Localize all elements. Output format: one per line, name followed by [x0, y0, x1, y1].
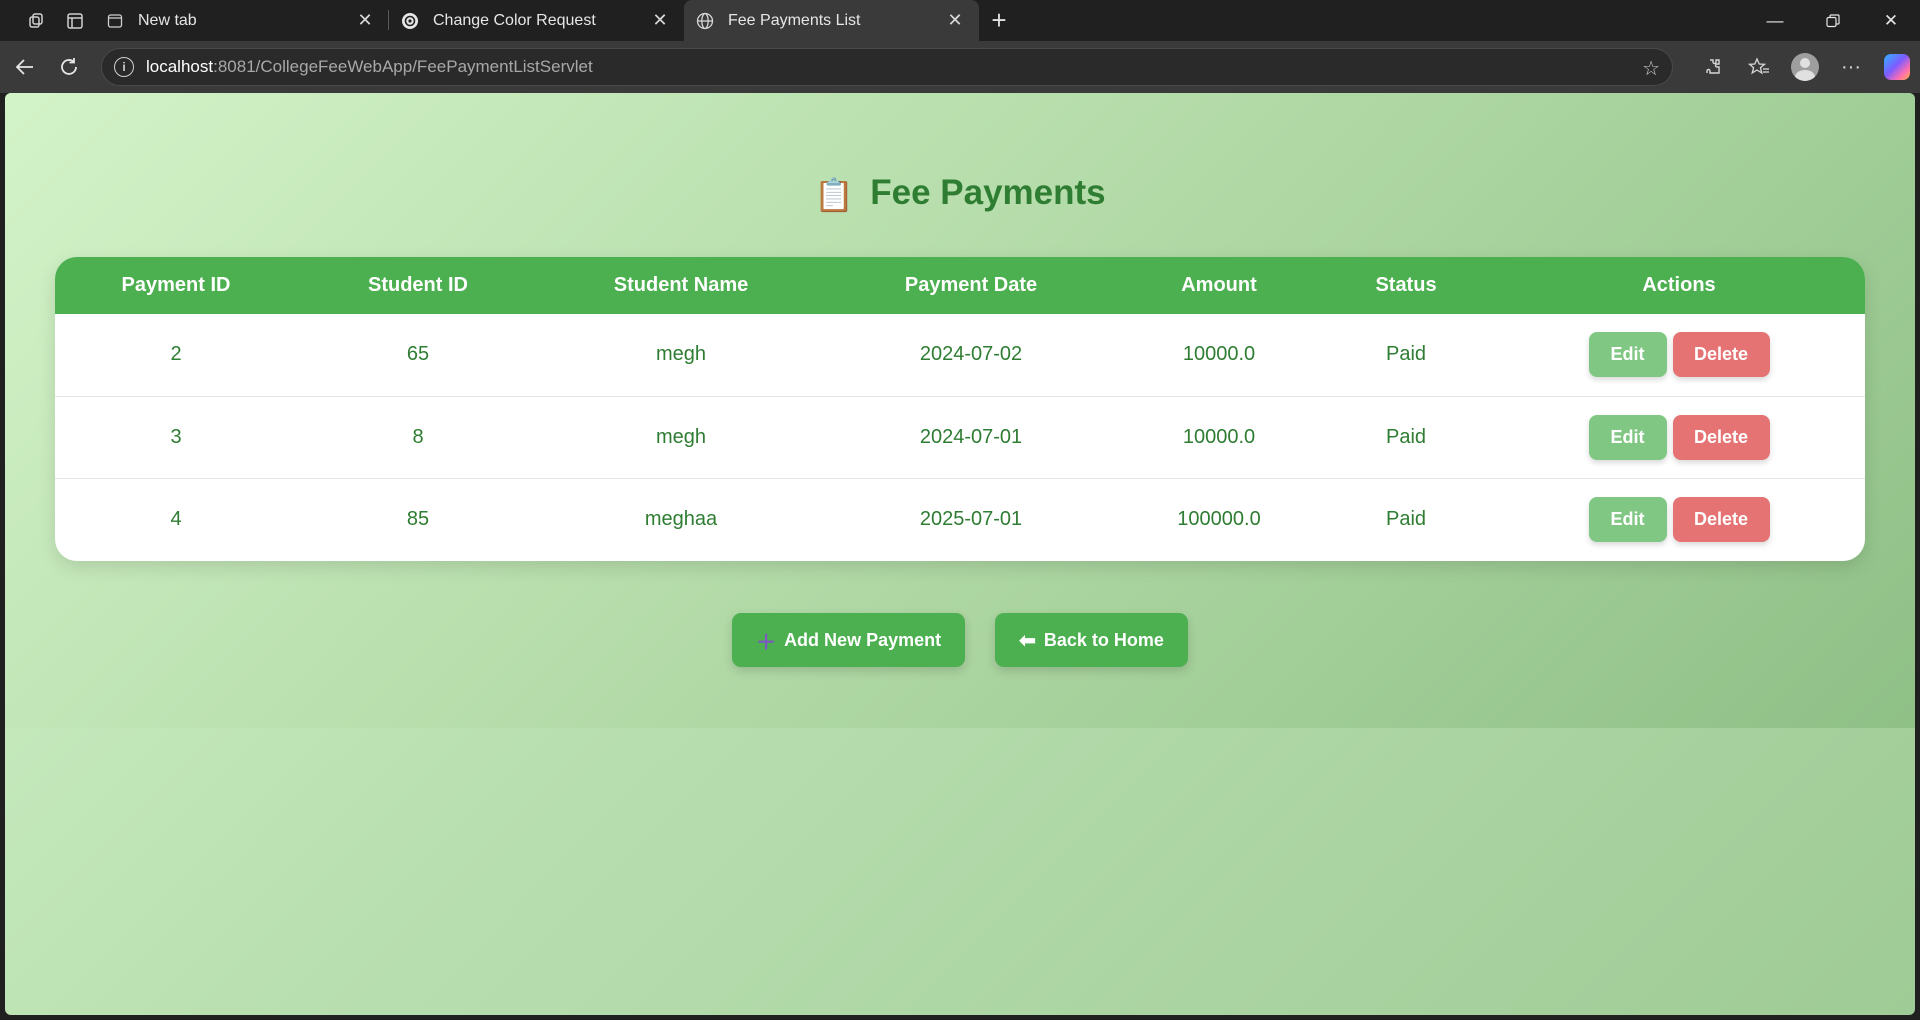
- amount-cell: 100000.0: [1177, 507, 1261, 530]
- browser-tab-fee-payments-list[interactable]: Fee Payments List ✕: [684, 0, 979, 41]
- page-title-text: Fee Payments: [870, 173, 1106, 212]
- student-id-cell: 8: [412, 425, 424, 448]
- student-id-cell: 85: [406, 507, 430, 530]
- edit-button[interactable]: Edit: [1588, 332, 1667, 378]
- left-arrow-icon: ⬅: [1019, 629, 1036, 652]
- tab-title: New tab: [138, 11, 197, 29]
- actions-cell: Edit Delete: [1493, 478, 1865, 560]
- close-tab-icon[interactable]: ✕: [355, 10, 375, 31]
- column-header: Amount: [1181, 274, 1257, 296]
- student-id-cell: 65: [406, 343, 430, 366]
- student-name-cell: megh: [655, 425, 707, 448]
- address-bar[interactable]: i localhost:8081/CollegeFeeWebApp/FeePay…: [101, 48, 1673, 86]
- favorite-star-icon[interactable]: ☆: [1642, 56, 1660, 81]
- tab-title: Fee Payments List: [728, 11, 861, 29]
- url-text: localhost:8081/CollegeFeeWebApp/FeePayme…: [146, 57, 593, 76]
- more-menu-icon[interactable]: ···: [1828, 47, 1874, 87]
- payment-date-cell: 2024-07-02: [919, 343, 1023, 366]
- browser-tab-new-tab[interactable]: New tab ✕: [94, 0, 389, 41]
- payment-date-cell: 2025-07-01: [919, 507, 1023, 530]
- column-header: Actions: [1642, 274, 1716, 296]
- amount-cell: 10000.0: [1182, 425, 1256, 448]
- amount-cell: 10000.0: [1182, 343, 1256, 366]
- plus-icon: ＋: [756, 631, 777, 654]
- restore-icon[interactable]: [1804, 0, 1862, 41]
- delete-button[interactable]: Delete: [1672, 414, 1770, 460]
- globe-icon: [696, 12, 714, 30]
- status-cell: Paid: [1385, 425, 1427, 448]
- tab-bar: New tab ✕ Change Color Request ✕ Fee Pay…: [0, 0, 1920, 41]
- refresh-icon[interactable]: [47, 47, 91, 87]
- vertical-tabs-icon[interactable]: [56, 2, 94, 40]
- newtab-page-icon: [106, 12, 124, 30]
- browser-toolbar: i localhost:8081/CollegeFeeWebApp/FeePay…: [0, 41, 1920, 93]
- payment-date-cell: 2024-07-01: [919, 425, 1023, 448]
- table-row: 2 65 megh 2024-07-02 10000.0 Paid Edit De…: [55, 314, 1865, 396]
- fee-payments-table-card: Payment ID Student ID Student Name Payme…: [55, 257, 1865, 561]
- page-viewport: 📋 Fee Payments Payment ID Student ID Stud…: [5, 93, 1915, 1015]
- status-cell: Paid: [1385, 507, 1427, 530]
- column-header: Student ID: [368, 274, 468, 296]
- add-new-payment-label: Add New Payment: [784, 629, 942, 650]
- browser-tab-change-color-request[interactable]: Change Color Request ✕: [389, 0, 684, 41]
- student-name-cell: meghaa: [644, 507, 718, 530]
- copilot-icon[interactable]: [1874, 47, 1920, 87]
- payment-id-cell: 2: [170, 343, 182, 366]
- back-to-home-label: Back to Home: [1043, 629, 1164, 650]
- payment-id-cell: 4: [170, 507, 182, 530]
- table-header-row: Payment ID Student ID Student Name Payme…: [55, 257, 1865, 314]
- delete-button[interactable]: Delete: [1672, 496, 1770, 542]
- student-name-cell: megh: [655, 343, 707, 366]
- clipboard-icon: 📋: [814, 177, 855, 213]
- add-new-payment-button[interactable]: ＋ Add New Payment: [732, 613, 966, 667]
- edit-button[interactable]: Edit: [1588, 496, 1667, 542]
- table-row: 3 8 megh 2024-07-01 10000.0 Paid Edit Del…: [55, 396, 1865, 478]
- page-title: 📋 Fee Payments: [5, 173, 1915, 214]
- bottom-actions: ＋ Add New Payment ⬅ Back to Home: [5, 613, 1915, 667]
- back-arrow-icon[interactable]: [3, 47, 47, 87]
- window-controls: — ✕: [1746, 0, 1920, 41]
- workspaces-icon[interactable]: [18, 2, 56, 40]
- tab-title: Change Color Request: [433, 11, 596, 29]
- delete-button[interactable]: Delete: [1672, 332, 1770, 378]
- back-to-home-button[interactable]: ⬅ Back to Home: [995, 613, 1188, 667]
- toolbar-right: ···: [1690, 41, 1920, 93]
- table-row: 4 85 meghaa 2025-07-01 100000.0 Paid Edi…: [55, 478, 1865, 560]
- close-tab-icon[interactable]: ✕: [650, 10, 670, 31]
- content-container: 📋 Fee Payments Payment ID Student ID Stud…: [5, 93, 1915, 728]
- minimize-icon[interactable]: —: [1746, 0, 1804, 41]
- actions-cell: Edit Delete: [1493, 396, 1865, 478]
- extensions-icon[interactable]: [1690, 47, 1736, 87]
- favorites-icon[interactable]: [1736, 47, 1782, 87]
- close-tab-icon[interactable]: ✕: [945, 10, 965, 31]
- close-window-icon[interactable]: ✕: [1862, 0, 1920, 41]
- column-header: Status: [1375, 274, 1437, 296]
- column-header: Payment ID: [121, 274, 231, 296]
- status-cell: Paid: [1385, 343, 1427, 366]
- payment-id-cell: 3: [170, 425, 182, 448]
- column-header: Payment Date: [904, 274, 1038, 296]
- fee-payments-table: Payment ID Student ID Student Name Payme…: [55, 257, 1865, 560]
- column-header: Student Name: [613, 274, 749, 296]
- actions-cell: Edit Delete: [1493, 314, 1865, 396]
- new-tab-button[interactable]: +: [979, 0, 1019, 41]
- site-info-icon[interactable]: i: [114, 57, 134, 77]
- openai-icon: [401, 12, 419, 30]
- profile-avatar[interactable]: [1782, 47, 1828, 87]
- edit-button[interactable]: Edit: [1588, 414, 1667, 460]
